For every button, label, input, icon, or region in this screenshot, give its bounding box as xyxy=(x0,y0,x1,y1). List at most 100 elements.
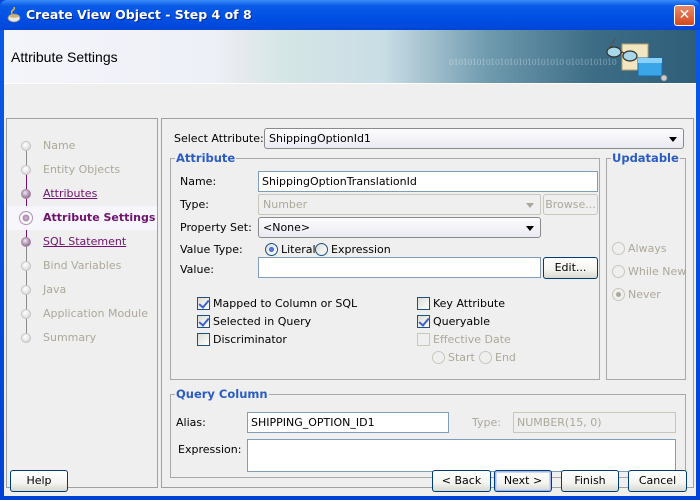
updatable-group: Updatable Always While New Never xyxy=(606,151,687,380)
step-dot-icon xyxy=(21,309,31,319)
selected-in-query-label[interactable]: Selected in Query xyxy=(213,315,311,328)
nav-step-application-module: Application Module xyxy=(7,302,157,326)
step-dot-icon xyxy=(21,141,31,151)
nav-step-link[interactable]: Attributes xyxy=(43,187,97,200)
discriminator-label[interactable]: Discriminator xyxy=(213,333,287,346)
nav-step-label-current: Attribute Settings xyxy=(43,211,156,224)
effective-date-start-label: Start xyxy=(448,351,475,364)
type-dropdown[interactable]: Number xyxy=(258,194,541,215)
query-column-group: Query Column Alias: SHIPPING_OPTION_ID1 … xyxy=(170,387,686,478)
java-cup-icon xyxy=(7,7,21,23)
nav-step-label: Name xyxy=(43,139,76,152)
queryable-checkbox[interactable] xyxy=(417,315,430,328)
nav-step-sql-statement[interactable]: SQL Statement xyxy=(7,230,157,254)
column-type-field[interactable]: NUMBER(15, 0) xyxy=(513,412,676,433)
name-label: Name: xyxy=(180,175,217,188)
dialog-window: Create View Object - Step 4 of 8 ✕ Attri… xyxy=(0,0,700,500)
select-attribute-label: Select Attribute: xyxy=(174,132,264,145)
step-dot-icon xyxy=(21,261,31,271)
nav-step-label: Bind Variables xyxy=(43,259,122,272)
effective-date-label: Effective Date xyxy=(433,333,511,346)
nav-step-entity-objects: Entity Objects xyxy=(7,158,157,182)
query-column-group-title: Query Column xyxy=(175,387,269,401)
key-attribute-label[interactable]: Key Attribute xyxy=(433,297,505,310)
step-dot-icon xyxy=(21,333,31,343)
step-dot-icon xyxy=(21,165,31,175)
step-dot-icon xyxy=(21,237,31,247)
view-object-glasses-icon xyxy=(606,37,668,82)
edit-button[interactable]: Edit... xyxy=(543,257,598,279)
nav-step-attributes[interactable]: Attributes xyxy=(7,182,157,206)
property-set-label: Property Set: xyxy=(180,221,252,234)
finish-button[interactable]: Finish xyxy=(561,470,619,492)
value-field[interactable] xyxy=(258,257,541,278)
help-button[interactable]: Help xyxy=(10,470,68,492)
dialog-client-area: Attribute Settings 010101010101010101010… xyxy=(4,30,696,496)
value-type-label: Value Type: xyxy=(180,243,243,256)
updatable-while-new-label: While New xyxy=(628,265,687,278)
effective-date-start-radio[interactable] xyxy=(432,351,445,364)
expression-radio[interactable] xyxy=(315,243,328,256)
literal-radio[interactable] xyxy=(265,243,278,256)
chevron-down-icon xyxy=(526,203,534,208)
back-button[interactable]: < Back xyxy=(432,470,491,492)
literal-radio-label[interactable]: Literal xyxy=(281,243,316,256)
nav-step-java: Java xyxy=(7,278,157,302)
property-set-dropdown[interactable]: <None> xyxy=(258,217,541,238)
step-dot-icon xyxy=(21,189,31,199)
name-field-value: ShippingOptionTranslationId xyxy=(262,175,417,188)
name-field[interactable]: ShippingOptionTranslationId xyxy=(258,171,598,192)
close-button[interactable]: ✕ xyxy=(674,5,695,26)
expression-radio-label[interactable]: Expression xyxy=(331,243,391,256)
nav-step-link[interactable]: SQL Statement xyxy=(43,235,126,248)
attribute-settings-panel: Select Attribute: ShippingOptionId1 Attr… xyxy=(161,118,694,488)
discriminator-checkbox[interactable] xyxy=(197,333,210,346)
cancel-button[interactable]: Cancel xyxy=(628,470,687,492)
window-title: Create View Object - Step 4 of 8 xyxy=(26,7,252,22)
effective-date-end-radio[interactable] xyxy=(479,351,492,364)
attribute-group-title: Attribute xyxy=(175,151,237,165)
current-step-dot-icon xyxy=(19,211,33,225)
updatable-always-radio[interactable] xyxy=(612,242,625,255)
alias-field[interactable]: SHIPPING_OPTION_ID1 xyxy=(247,412,449,433)
nav-step-label: Java xyxy=(43,283,67,296)
type-value: Number xyxy=(263,198,308,211)
mapped-to-column-label[interactable]: Mapped to Column or SQL xyxy=(213,297,357,310)
next-button[interactable]: Next > xyxy=(494,470,552,492)
updatable-while-new-radio[interactable] xyxy=(612,265,625,278)
nav-step-bind-variables: Bind Variables xyxy=(7,254,157,278)
title-bar[interactable]: Create View Object - Step 4 of 8 ✕ xyxy=(0,0,700,30)
effective-date-checkbox[interactable] xyxy=(417,333,430,346)
selected-in-query-checkbox[interactable] xyxy=(197,315,210,328)
nav-step-summary: Summary xyxy=(7,326,157,350)
close-icon: ✕ xyxy=(678,7,691,23)
nav-step-label: Application Module xyxy=(43,307,148,320)
key-attribute-checkbox[interactable] xyxy=(417,297,430,310)
wizard-header: Attribute Settings 010101010101010101010… xyxy=(4,30,696,83)
attribute-group: Attribute Name: ShippingOptionTranslatio… xyxy=(170,151,600,380)
nav-step-name: Name xyxy=(7,134,157,158)
alias-field-value: SHIPPING_OPTION_ID1 xyxy=(251,416,375,429)
browse-button[interactable]: Browse... xyxy=(543,194,598,215)
step-dot-icon xyxy=(21,285,31,295)
nav-step-attribute-settings: Attribute Settings xyxy=(7,206,157,230)
column-type-label: Type: xyxy=(472,416,501,429)
expression-field[interactable] xyxy=(247,439,676,472)
updatable-never-radio[interactable] xyxy=(612,288,625,301)
queryable-label[interactable]: Queryable xyxy=(433,315,490,328)
column-type-value: NUMBER(15, 0) xyxy=(517,416,602,429)
type-label: Type: xyxy=(180,198,209,211)
chevron-down-icon xyxy=(526,226,534,231)
expression-label: Expression: xyxy=(178,443,242,456)
mapped-to-column-checkbox[interactable] xyxy=(197,297,210,310)
header-decoration-text: 0101010101010101010101010 01010101010 xyxy=(449,58,617,67)
select-attribute-dropdown[interactable]: ShippingOptionId1 xyxy=(264,128,684,149)
page-title: Attribute Settings xyxy=(11,49,118,65)
nav-step-label: Entity Objects xyxy=(43,163,121,176)
wizard-step-navigator: Name Entity Objects Attributes Attribute… xyxy=(6,118,158,488)
select-attribute-value: ShippingOptionId1 xyxy=(269,132,371,145)
alias-label: Alias: xyxy=(176,416,206,429)
updatable-never-label: Never xyxy=(628,288,661,301)
updatable-always-label: Always xyxy=(628,242,667,255)
effective-date-end-label: End xyxy=(495,351,516,364)
